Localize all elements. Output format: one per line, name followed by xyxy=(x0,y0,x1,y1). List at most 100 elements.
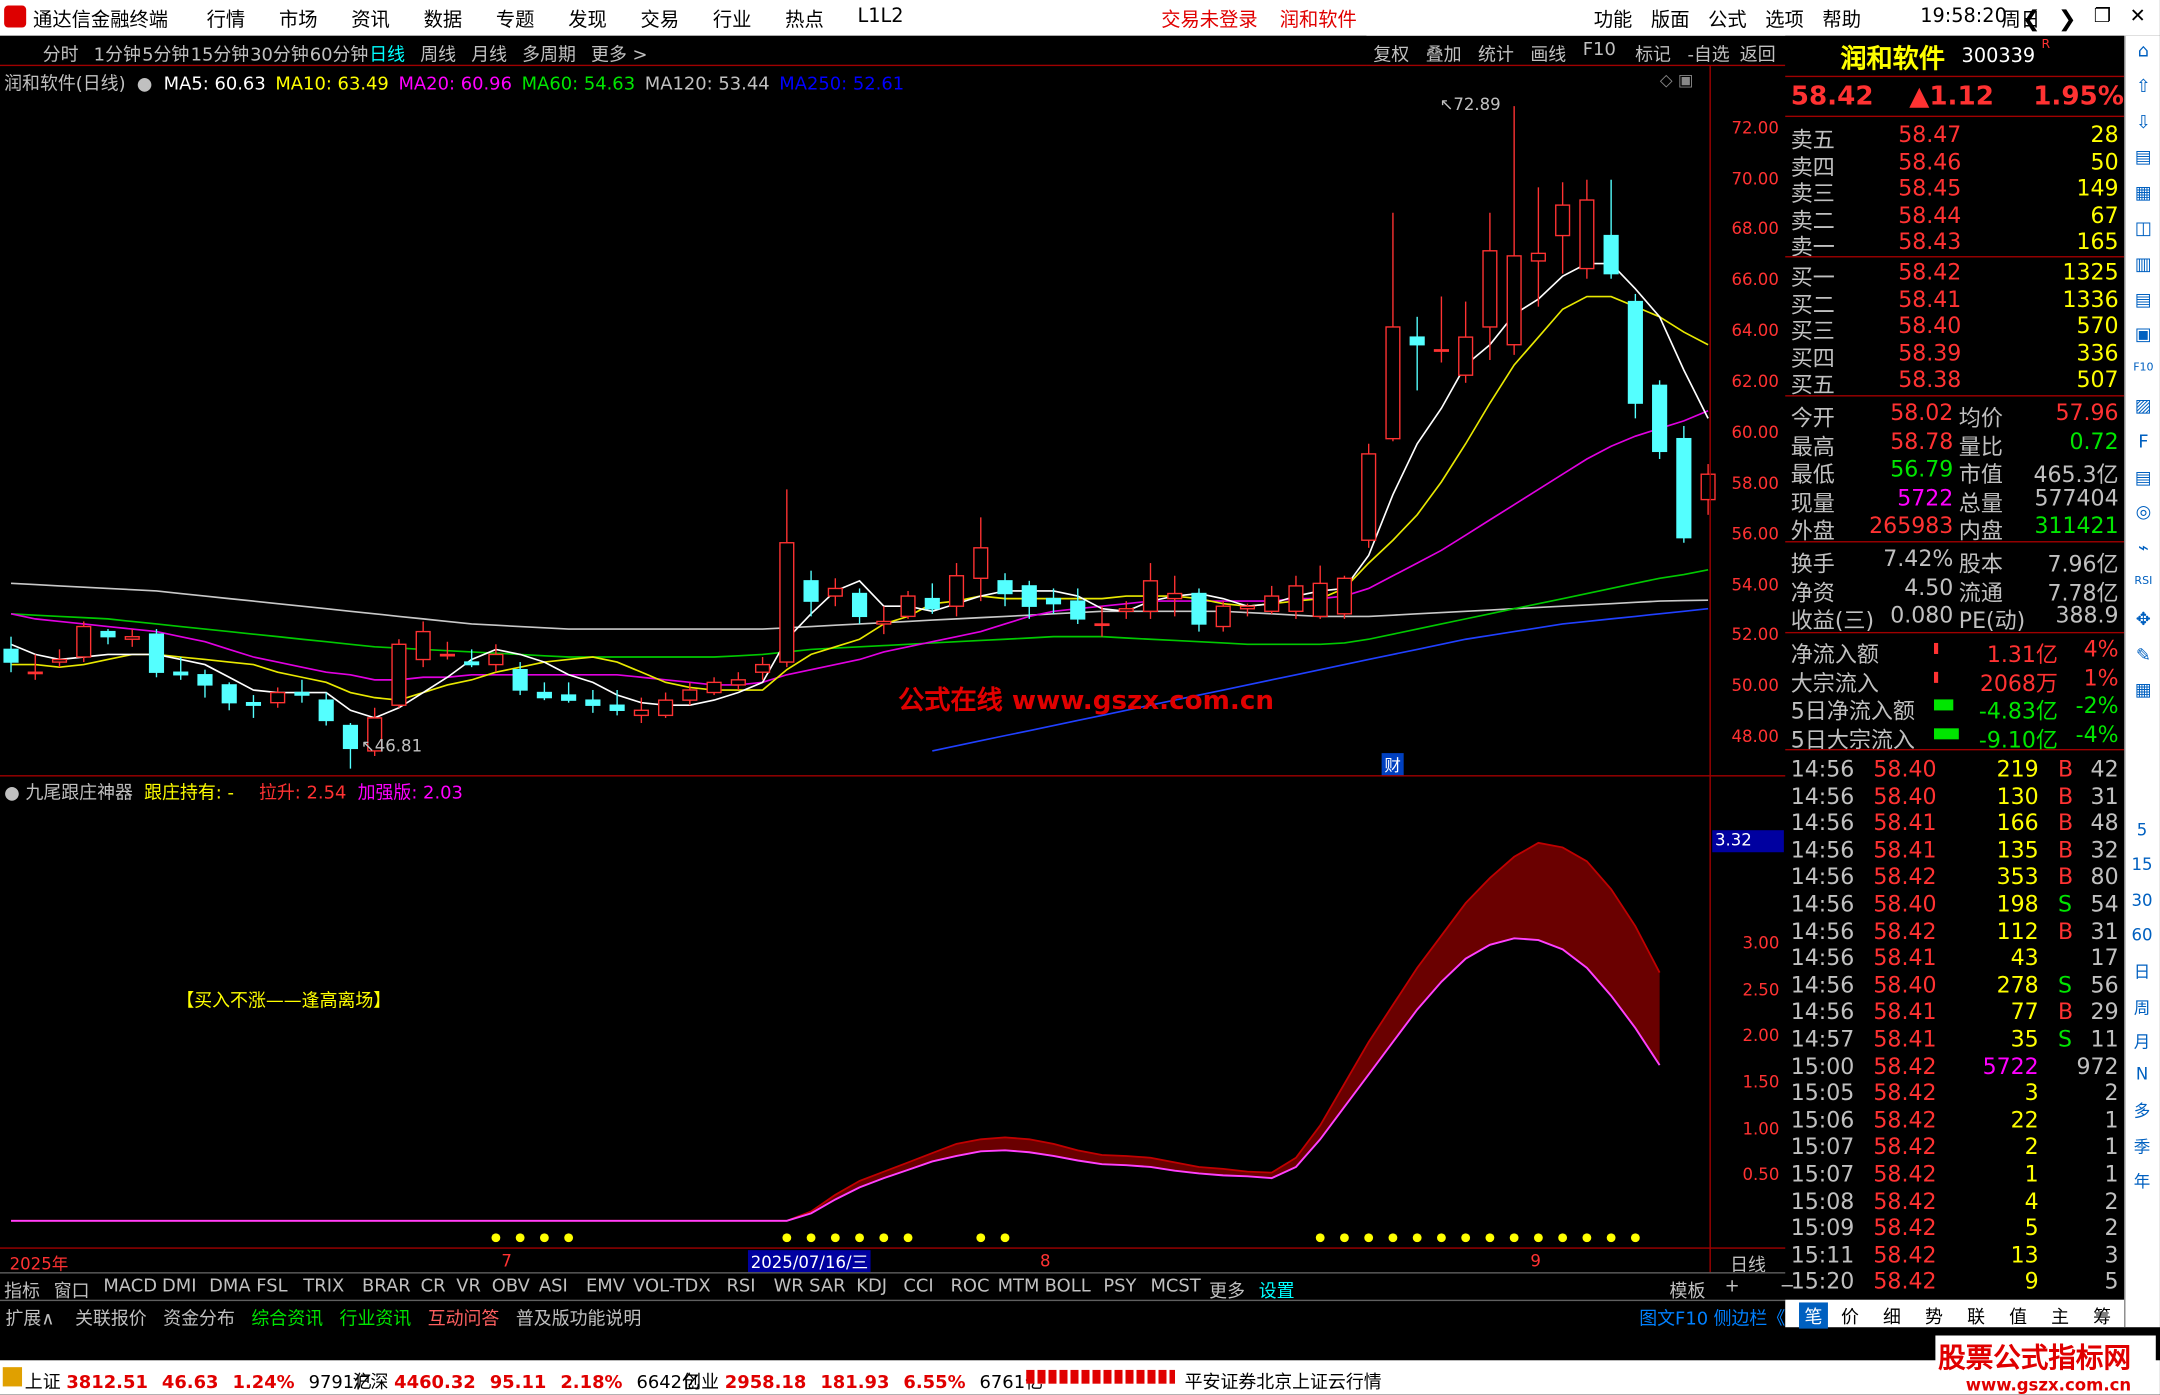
ind-tab-1[interactable]: 窗口 xyxy=(54,1276,90,1303)
ask-row[interactable]: 卖二 58.44 67 xyxy=(1788,202,2124,234)
sidebar-period[interactable]: 月 xyxy=(2125,1030,2158,1053)
bottom-tab-4[interactable]: 行业资讯 xyxy=(340,1304,412,1330)
sidebar-tool-icon[interactable]: ✎ xyxy=(2128,645,2158,666)
bid-row[interactable]: 买二 58.41 1336 xyxy=(1788,286,2124,318)
sidebar-period[interactable]: N xyxy=(2125,1064,2158,1083)
flow-row[interactable]: 净流入额 1.31亿 4% xyxy=(1788,636,2124,668)
flow-row[interactable]: 大宗流入 2068万 1% xyxy=(1788,664,2124,696)
tick-row[interactable]: 14:57 58.41 35 S 11 xyxy=(1788,1026,2124,1052)
flow-row[interactable]: 5日大宗流入 -9.10亿 -4% xyxy=(1788,721,2124,753)
side-tab-4[interactable]: 联 xyxy=(1967,1302,1985,1329)
menu-8[interactable]: 热点 xyxy=(785,6,824,34)
ind-tab-2[interactable]: MACD xyxy=(103,1276,157,1297)
side-tab-6[interactable]: 主 xyxy=(2051,1302,2069,1329)
side-tab-7[interactable]: 筹 xyxy=(2093,1302,2111,1329)
ind-tab-12[interactable]: EMV xyxy=(586,1276,625,1297)
tick-row[interactable]: 14:56 58.42 112 B 31 xyxy=(1788,918,2124,944)
bid-row[interactable]: 买四 58.39 336 xyxy=(1788,340,2124,372)
kline-chart[interactable] xyxy=(0,91,1785,774)
sidebar-period[interactable]: 多 xyxy=(2125,1099,2158,1122)
toolbar-5[interactable]: 标记 xyxy=(1635,40,1671,66)
period-7[interactable]: 周线 xyxy=(420,40,456,66)
ask-row[interactable]: 卖三 58.45 149 xyxy=(1788,175,2124,207)
tick-row[interactable]: 14:56 58.41 77 B 29 xyxy=(1788,999,2124,1025)
index-cy[interactable]: 创业 2958.18 181.93 6.55% 6761亿 xyxy=(683,1367,1043,1394)
toolbar-2[interactable]: 统计 xyxy=(1478,40,1514,66)
stat-row[interactable]: 最低 56.79 市值 465.3亿 xyxy=(1788,456,2124,488)
stat-row[interactable]: 最高 58.78 量比 0.72 xyxy=(1788,427,2124,459)
right-menu-4[interactable]: 帮助 xyxy=(1822,6,1861,34)
period-4[interactable]: 30分钟 xyxy=(250,40,309,66)
sidebar-period[interactable]: 周 xyxy=(2125,995,2158,1018)
stat-row[interactable]: 现量 5722 总量 577404 xyxy=(1788,484,2124,516)
menu-1[interactable]: 市场 xyxy=(279,6,318,34)
ask-row[interactable]: 卖一 58.43 165 xyxy=(1788,229,2124,261)
period-3[interactable]: 15分钟 xyxy=(191,40,250,66)
stat2-row[interactable]: 收益(三) 0.080 PE(动) 388.9 xyxy=(1788,602,2124,634)
sidebar-tool-icon[interactable]: F10 xyxy=(2128,361,2158,373)
ind-right-0[interactable]: 模板 xyxy=(1670,1276,1706,1303)
indicator-chart[interactable] xyxy=(0,799,1785,1248)
index-sh[interactable]: 上证 3812.51 46.63 1.24% 9791亿 xyxy=(25,1367,372,1394)
tick-row[interactable]: 14:56 58.41 166 B 48 xyxy=(1788,810,2124,836)
ind-tab-3[interactable]: DMI xyxy=(162,1276,197,1297)
menu-2[interactable]: 资讯 xyxy=(351,6,390,34)
stat2-row[interactable]: 净资 4.50 流通 7.78亿 xyxy=(1788,573,2124,605)
bottom-right-0[interactable]: 图文F10 xyxy=(1639,1304,1708,1330)
sidebar-period[interactable]: 年 xyxy=(2125,1169,2158,1192)
tick-row[interactable]: 14:56 58.40 130 B 31 xyxy=(1788,783,2124,809)
bottom-right-1[interactable]: 侧边栏《 xyxy=(1714,1304,1786,1330)
toolbar-1[interactable]: 叠加 xyxy=(1426,40,1462,66)
sidebar-tool-icon[interactable]: F xyxy=(2128,432,2158,453)
period-0[interactable]: 分时 xyxy=(43,40,79,66)
tick-row[interactable]: 15:05 58.42 3 2 xyxy=(1788,1080,2124,1106)
period-2[interactable]: 5分钟 xyxy=(142,40,189,66)
back-icon[interactable]: ❮ xyxy=(2022,6,2040,32)
sidebar-period[interactable]: 5 xyxy=(2125,821,2158,840)
menu-0[interactable]: 行情 xyxy=(207,6,246,34)
tick-row[interactable]: 15:11 58.42 13 3 xyxy=(1788,1242,2124,1268)
sidebar-tool-icon[interactable]: ⌁ xyxy=(2128,539,2158,560)
sidebar-tool-icon[interactable]: ▣ xyxy=(2128,325,2158,346)
period-8[interactable]: 月线 xyxy=(471,40,507,66)
flow-row[interactable]: 5日净流入额 -4.83亿 -2% xyxy=(1788,693,2124,725)
ind-tab-10[interactable]: OBV xyxy=(492,1276,530,1297)
sidebar-tool-icon[interactable]: RSI xyxy=(2128,574,2158,586)
ind-tab-16[interactable]: SAR xyxy=(809,1276,845,1297)
toolbar-4[interactable]: F10 xyxy=(1583,40,1616,61)
ind-tab-15[interactable]: WR xyxy=(774,1276,804,1297)
period-9[interactable]: 多周期 xyxy=(522,40,576,66)
tick-row[interactable]: 15:09 58.42 5 2 xyxy=(1788,1215,2124,1241)
right-menu-1[interactable]: 版面 xyxy=(1651,6,1690,34)
forward-icon[interactable]: ❯ xyxy=(2058,6,2076,32)
tick-row[interactable]: 14:56 58.40 278 S 56 xyxy=(1788,972,2124,998)
ind-tab-19[interactable]: ROC xyxy=(950,1276,989,1297)
tick-row[interactable]: 15:20 58.42 9 5 xyxy=(1788,1269,2124,1295)
tick-row[interactable]: 14:56 58.41 135 B 32 xyxy=(1788,837,2124,863)
ind-tab-4[interactable]: DMA xyxy=(209,1276,250,1297)
sidebar-period[interactable]: 15 xyxy=(2125,855,2158,874)
tick-row[interactable]: 14:56 58.40 198 S 54 xyxy=(1788,891,2124,917)
ind-tab-17[interactable]: KDJ xyxy=(856,1276,887,1297)
ind-tab-5[interactable]: FSL xyxy=(256,1276,287,1297)
ind-tab-24[interactable]: 更多 xyxy=(1209,1276,1245,1303)
bottom-tab-3[interactable]: 综合资讯 xyxy=(251,1304,323,1330)
restore-icon[interactable]: ❐ xyxy=(2094,6,2111,28)
side-tab-0[interactable]: 笔 xyxy=(1799,1302,1828,1329)
ind-tab-11[interactable]: ASI xyxy=(539,1276,568,1297)
tick-row[interactable]: 15:06 58.42 22 1 xyxy=(1788,1107,2124,1133)
bid-row[interactable]: 买一 58.42 1325 xyxy=(1788,259,2124,291)
side-tab-3[interactable]: 势 xyxy=(1925,1302,1943,1329)
tick-row[interactable]: 15:07 58.42 2 1 xyxy=(1788,1134,2124,1160)
sidebar-tool-icon[interactable]: ⌂ xyxy=(2128,41,2158,62)
bid-row[interactable]: 买五 58.38 507 xyxy=(1788,367,2124,399)
right-menu-3[interactable]: 选项 xyxy=(1765,6,1804,34)
toolbar-0[interactable]: 复权 xyxy=(1373,40,1409,66)
side-tab-2[interactable]: 细 xyxy=(1883,1302,1901,1329)
ind-tab-21[interactable]: BOLL xyxy=(1045,1276,1091,1297)
menu-5[interactable]: 发现 xyxy=(568,6,607,34)
toolbar-3[interactable]: 画线 xyxy=(1530,40,1566,66)
period-10[interactable]: 更多 > xyxy=(591,40,648,66)
sidebar-tool-icon[interactable]: ◎ xyxy=(2128,503,2158,524)
sidebar-tool-icon[interactable]: ▦ xyxy=(2128,681,2158,702)
